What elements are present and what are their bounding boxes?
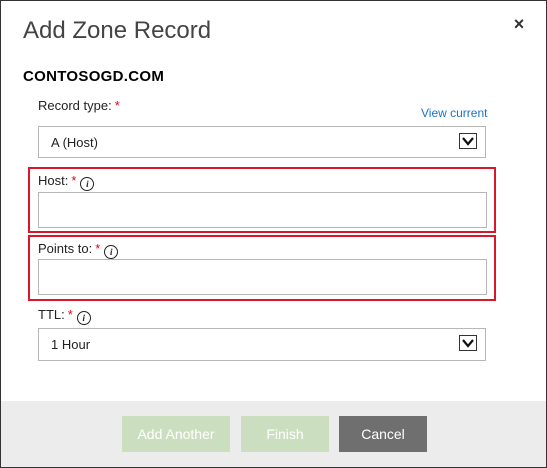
view-current-link[interactable]: View current — [421, 106, 487, 120]
ttl-value: 1 Hour — [51, 337, 91, 352]
finish-button[interactable]: Finish — [241, 416, 329, 452]
required-mark: * — [95, 241, 101, 256]
chevron-down-icon[interactable] — [459, 133, 477, 149]
add-zone-record-dialog: Add Zone Record × CONTOSOGD.COM Record t… — [0, 0, 547, 468]
host-input[interactable] — [38, 192, 487, 228]
ttl-select[interactable]: 1 Hour — [38, 328, 486, 361]
ttl-label: TTL: — [38, 307, 65, 322]
required-mark: * — [114, 98, 120, 113]
domain-name: CONTOSOGD.COM — [23, 68, 165, 85]
record-type-label-row: Record type: * — [38, 98, 120, 113]
host-label-row: Host: * i — [38, 173, 95, 191]
required-mark: * — [67, 307, 73, 322]
close-icon[interactable]: × — [509, 13, 529, 35]
record-type-value: A (Host) — [51, 135, 98, 150]
record-type-label: Record type: — [38, 98, 112, 113]
required-mark: * — [71, 173, 77, 188]
dialog-title: Add Zone Record — [23, 17, 212, 44]
cancel-button[interactable]: Cancel — [339, 416, 427, 452]
points-to-label-row: Points to: * i — [38, 241, 119, 259]
add-another-button[interactable]: Add Another — [122, 416, 230, 452]
info-icon[interactable]: i — [80, 177, 95, 191]
points-to-input[interactable] — [38, 259, 487, 295]
info-icon[interactable]: i — [104, 245, 119, 259]
host-label: Host: — [38, 173, 69, 188]
dialog-footer: Add Another Finish Cancel — [1, 401, 546, 467]
info-icon[interactable]: i — [76, 311, 91, 325]
points-to-label: Points to: — [38, 241, 93, 256]
record-type-select[interactable]: A (Host) — [38, 126, 486, 158]
ttl-label-row: TTL: * i — [38, 307, 91, 325]
chevron-down-icon[interactable] — [459, 335, 477, 351]
